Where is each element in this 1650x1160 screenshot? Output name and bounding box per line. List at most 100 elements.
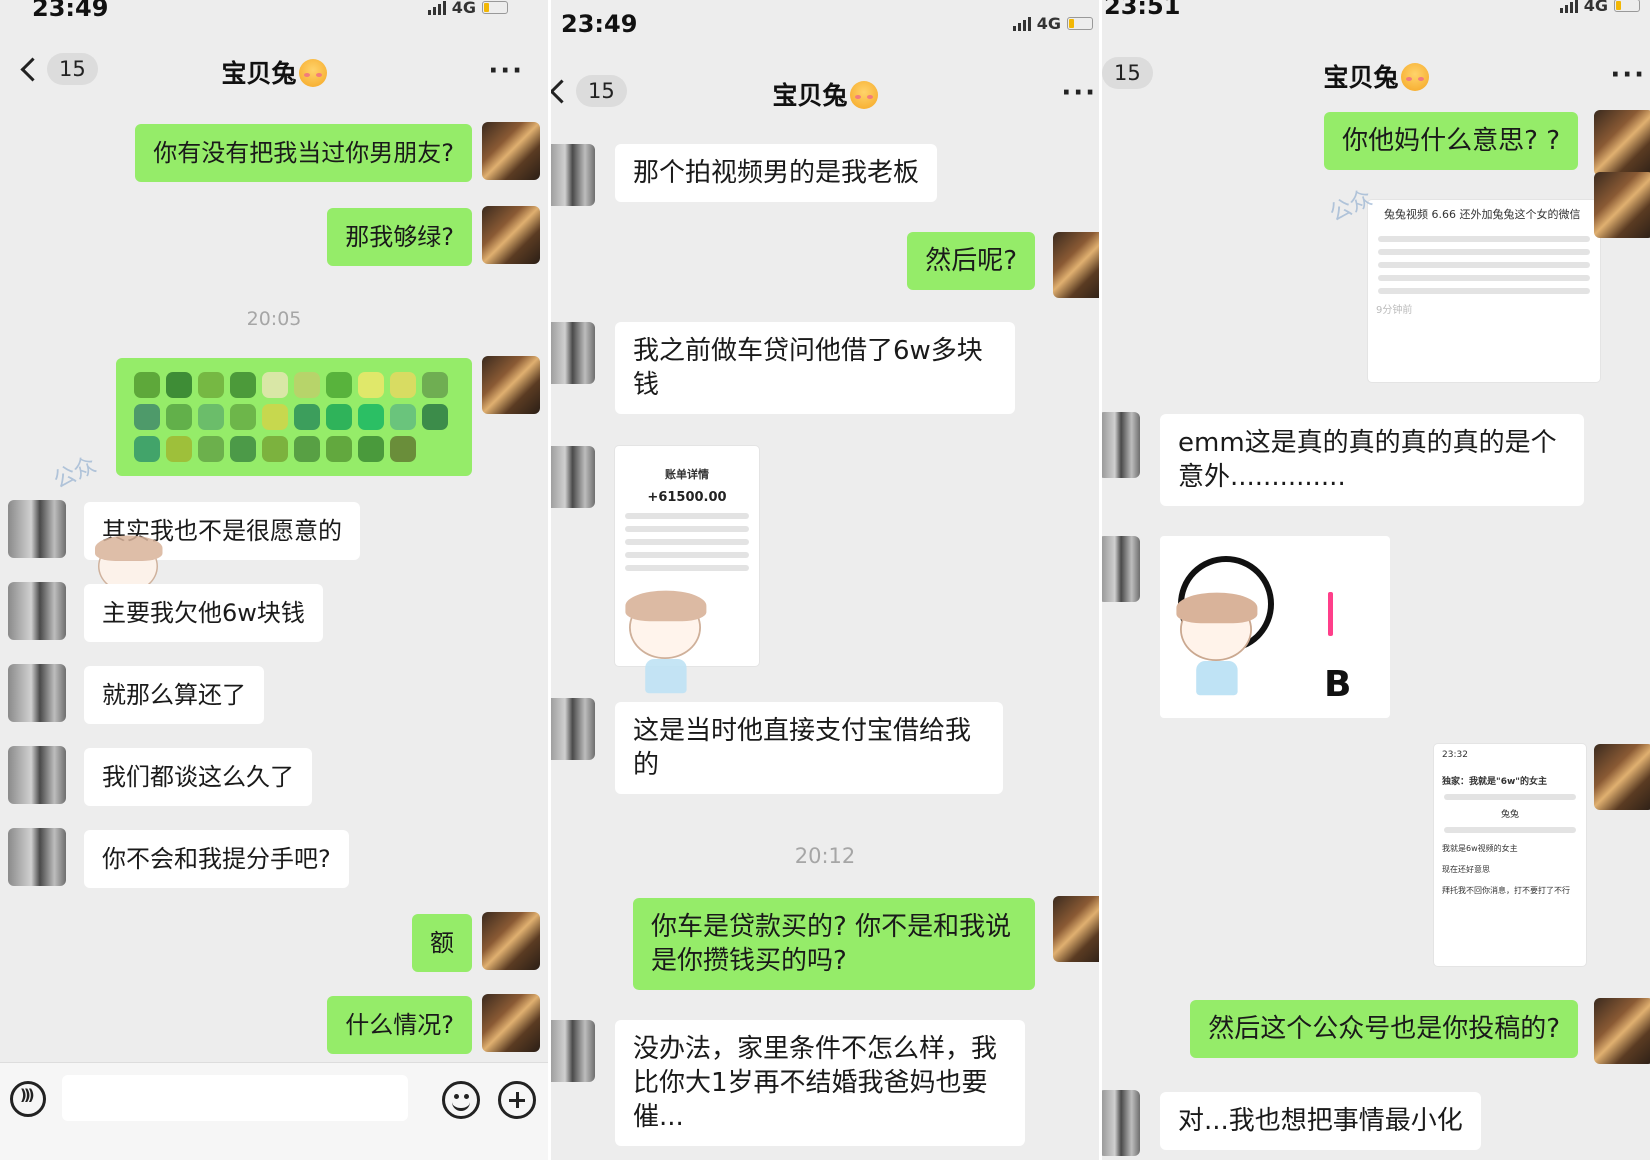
contact-avatar[interactable] bbox=[1102, 536, 1140, 602]
my-avatar[interactable] bbox=[1053, 896, 1099, 962]
emoji-bubble[interactable] bbox=[116, 358, 472, 476]
watermark-text: 公众 bbox=[49, 452, 101, 494]
contact-title[interactable]: 宝贝兔 bbox=[551, 76, 1099, 112]
more-icon[interactable]: ··· bbox=[488, 56, 524, 86]
network-type: 4G bbox=[1036, 14, 1061, 33]
message-bubble[interactable]: 然后呢? bbox=[907, 232, 1035, 290]
smiling-face-emoji-icon bbox=[849, 81, 878, 109]
screenshot-caption: 兔兔视频 6.66 还外加兔兔这个女的微信 bbox=[1384, 208, 1581, 221]
green-emoji-icon bbox=[166, 372, 192, 398]
signal-icon bbox=[1559, 0, 1578, 13]
green-emoji-icon bbox=[230, 372, 256, 398]
message-bubble[interactable]: 主要我欠他6w块钱 bbox=[84, 584, 323, 642]
my-avatar[interactable] bbox=[1594, 744, 1650, 810]
article-screenshot[interactable]: 23:32 独家：我就是"6w"的女主 兔兔 我就是6w视频的女主 现在还好意思… bbox=[1434, 744, 1586, 966]
more-icon[interactable]: ··· bbox=[1061, 78, 1097, 108]
message-bubble[interactable]: 你不会和我提分手吧? bbox=[84, 830, 349, 888]
my-avatar[interactable] bbox=[482, 122, 540, 180]
screenshot-line bbox=[625, 565, 749, 571]
green-emoji-icon bbox=[198, 404, 224, 430]
message-bubble[interactable]: 那个拍视频男的是我老板 bbox=[615, 144, 938, 202]
screenshot-line bbox=[625, 513, 749, 519]
message-bubble[interactable]: 你他妈什么意思? ? bbox=[1324, 112, 1578, 170]
contact-avatar[interactable] bbox=[8, 828, 66, 886]
message-bubble[interactable]: 对...我也想把事情最小化 bbox=[1160, 1092, 1481, 1150]
green-emoji-icon bbox=[230, 436, 256, 462]
my-avatar[interactable] bbox=[482, 912, 540, 970]
message-bubble[interactable]: 你车是贷款买的? 你不是和我说是你攒钱买的吗? bbox=[633, 898, 1035, 990]
contact-avatar[interactable] bbox=[551, 698, 595, 760]
message-bubble[interactable]: emm这是真的真的真的真的是个意外.............. bbox=[1160, 414, 1584, 506]
contact-avatar[interactable] bbox=[551, 322, 595, 384]
screenshot-line bbox=[1444, 794, 1576, 800]
battery-icon bbox=[482, 1, 508, 14]
message-bubble[interactable]: 没办法，家里条件不怎么样，我比你大1岁再不结婚我爸妈也要催... bbox=[615, 1020, 1025, 1146]
voice-icon[interactable] bbox=[10, 1081, 46, 1117]
screenshot-row: 现在还好意思 bbox=[1442, 865, 1490, 874]
message-bubble[interactable]: 你有没有把我当过你男朋友? bbox=[135, 124, 472, 182]
sticker-girl-head bbox=[1176, 592, 1258, 661]
signal-icon bbox=[427, 0, 446, 15]
screenshot-line bbox=[625, 552, 749, 558]
message-bubble[interactable]: 这是当时他直接支付宝借给我的 bbox=[615, 702, 1003, 794]
my-avatar[interactable] bbox=[482, 206, 540, 264]
green-emoji-icon bbox=[390, 436, 416, 462]
green-emoji-icon bbox=[326, 372, 352, 398]
sticker-girl-body bbox=[645, 659, 687, 694]
my-avatar[interactable] bbox=[482, 994, 540, 1052]
screenshot-chat-name: 兔兔 bbox=[1500, 810, 1519, 820]
contact-name: 宝贝兔 bbox=[221, 59, 297, 88]
my-avatar[interactable] bbox=[1594, 998, 1650, 1064]
message-bubble[interactable]: 就那么算还了 bbox=[84, 666, 264, 724]
more-icon[interactable]: ··· bbox=[1610, 60, 1646, 90]
contact-avatar[interactable] bbox=[1102, 412, 1140, 478]
message-bubble[interactable]: 额 bbox=[412, 914, 472, 972]
green-emoji-icon bbox=[198, 436, 224, 462]
shared-screenshot[interactable]: 兔兔视频 6.66 还外加兔兔这个女的微信 9分钟前 bbox=[1368, 200, 1600, 382]
contact-title[interactable]: 宝贝兔 bbox=[1102, 58, 1650, 94]
green-emoji-icon bbox=[390, 372, 416, 398]
contact-title[interactable]: 宝贝兔 bbox=[0, 54, 548, 90]
sticker-overlay bbox=[625, 590, 707, 694]
contact-avatar[interactable] bbox=[8, 746, 66, 804]
screenshot-line bbox=[1444, 827, 1576, 833]
green-emoji-icon bbox=[326, 404, 352, 430]
contact-avatar[interactable] bbox=[551, 446, 595, 508]
article-headline: 独家：我就是"6w"的女主 bbox=[1442, 777, 1547, 787]
my-avatar[interactable] bbox=[1594, 110, 1650, 176]
my-avatar[interactable] bbox=[1053, 232, 1099, 298]
message-input[interactable] bbox=[62, 1075, 408, 1121]
message-bubble[interactable]: 那我够绿? bbox=[327, 208, 472, 266]
plus-icon[interactable] bbox=[498, 1081, 536, 1119]
battery-icon bbox=[1067, 17, 1093, 30]
chat-timestamp: 20:05 bbox=[246, 308, 302, 330]
my-avatar[interactable] bbox=[482, 356, 540, 414]
contact-avatar[interactable] bbox=[8, 582, 66, 640]
chat-panel-2: 23:49 4G 15 宝贝兔 ··· 那个拍视频男的是我老板 然后呢? 我之前… bbox=[551, 0, 1099, 1160]
green-emoji-icon bbox=[422, 372, 448, 398]
message-bubble[interactable]: 我之前做车贷问他借了6w多块钱 bbox=[615, 322, 1015, 414]
sticker-girl-head bbox=[625, 590, 707, 659]
status-bar: 23:49 4G bbox=[0, 0, 548, 22]
my-avatar[interactable] bbox=[1594, 172, 1650, 238]
payment-amount: +61500.00 bbox=[647, 490, 727, 505]
contact-avatar[interactable] bbox=[8, 500, 66, 558]
chat-panel-1: 23:49 4G 15 宝贝兔 ··· 你有没有把我当过你男朋友? 那我够绿? … bbox=[0, 0, 548, 1160]
battery-icon bbox=[1614, 0, 1640, 12]
status-indicators: 4G bbox=[427, 0, 508, 17]
contact-avatar[interactable] bbox=[1102, 1090, 1140, 1156]
contact-avatar[interactable] bbox=[551, 144, 595, 206]
contact-avatar[interactable] bbox=[8, 664, 66, 722]
chat-header: 15 宝贝兔 ··· bbox=[0, 42, 548, 96]
message-bubble[interactable]: 然后这个公众号也是你投稿的? bbox=[1190, 1000, 1578, 1058]
contact-avatar[interactable] bbox=[551, 1020, 595, 1082]
emoji-icon[interactable] bbox=[442, 1081, 480, 1119]
status-time: 23:51 bbox=[1104, 0, 1181, 20]
green-emoji-icon bbox=[262, 404, 288, 430]
message-bubble[interactable]: 什么情况? bbox=[327, 996, 472, 1054]
sticker-girl bbox=[1176, 592, 1258, 696]
screenshot-footer: 9分钟前 bbox=[1376, 305, 1413, 316]
contact-name: 宝贝兔 bbox=[772, 81, 848, 110]
screenshot-line bbox=[1378, 236, 1590, 242]
message-bubble[interactable]: 我们都谈这么久了 bbox=[84, 748, 312, 806]
